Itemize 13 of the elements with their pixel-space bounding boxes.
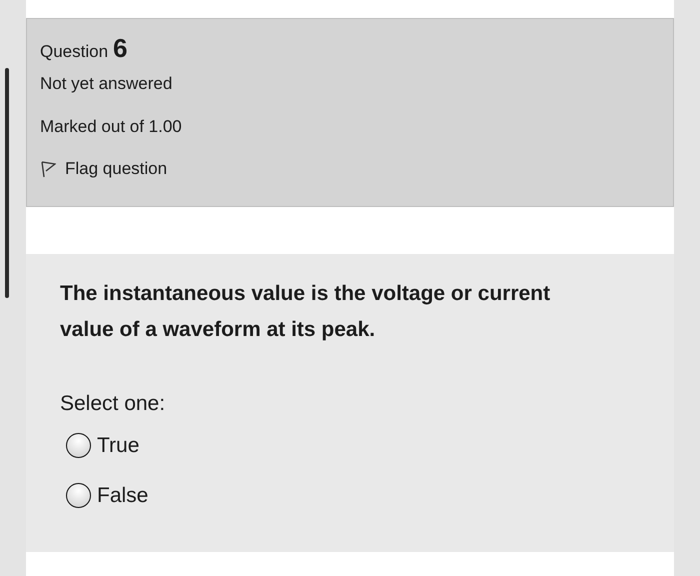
question-number: 6 xyxy=(113,33,128,64)
scroll-thumb[interactable] xyxy=(5,68,9,298)
answer-option[interactable]: True xyxy=(66,433,140,458)
marks-text: Marked out of 1.00 xyxy=(40,116,182,138)
radio-button[interactable] xyxy=(66,433,91,458)
flag-icon xyxy=(40,160,56,178)
flag-question-link[interactable]: Flag question xyxy=(40,159,168,179)
select-prompt: Select one: xyxy=(60,392,166,416)
answer-status: Not yet answered xyxy=(40,73,172,95)
question-text: The instantaneous value is the voltage or current value of a waveform at its peak. xyxy=(60,281,552,343)
question-label: Question xyxy=(40,42,108,62)
answer-option[interactable]: False xyxy=(66,483,148,508)
radio-button[interactable] xyxy=(66,483,91,508)
